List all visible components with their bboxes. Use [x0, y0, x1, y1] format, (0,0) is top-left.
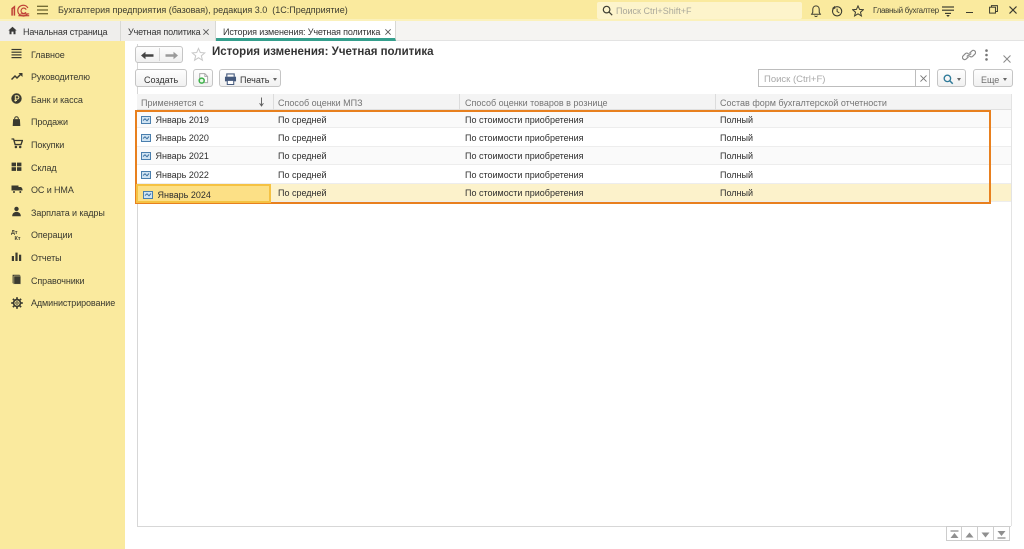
svg-text:Кт: Кт [15, 236, 21, 240]
